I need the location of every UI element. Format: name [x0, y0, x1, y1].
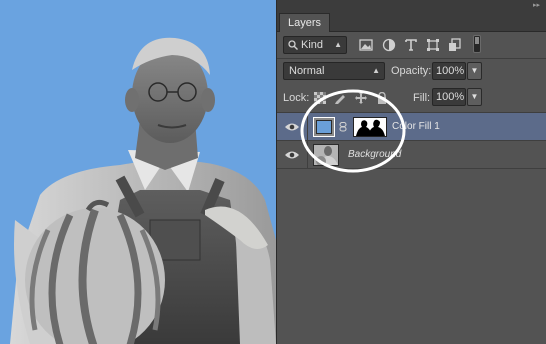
fill-dropdown-button[interactable]: ▼ — [467, 88, 482, 106]
lock-label: Lock: — [283, 92, 310, 104]
search-icon — [288, 40, 298, 50]
lock-image-icon[interactable] — [334, 92, 346, 104]
visibility-eye-icon[interactable] — [285, 150, 299, 160]
layer-name[interactable]: Background — [348, 149, 401, 160]
type-filter-icon[interactable] — [404, 38, 418, 52]
fill-color-thumbnail[interactable] — [313, 117, 335, 137]
chevron-updown-icon: ▲ — [334, 40, 342, 49]
shape-filter-icon[interactable] — [426, 38, 440, 52]
smart-object-filter-icon[interactable] — [448, 38, 462, 52]
collapse-panel-icon[interactable]: ▸▸ — [533, 2, 543, 9]
divider — [277, 58, 546, 59]
panel-tab-bar: Layers ▸▸ — [277, 0, 546, 32]
link-icon[interactable] — [339, 122, 347, 132]
opacity-label: Opacity: — [391, 65, 432, 77]
layers-panel: Layers ▸▸ Kind ▲ Normal ▲ Opacity: 100% … — [276, 0, 546, 344]
canvas-photo — [0, 0, 276, 344]
fill-label: Fill: — [413, 92, 431, 104]
lock-transparent-icon[interactable] — [314, 92, 326, 104]
fill-value: 100% — [436, 91, 465, 103]
kind-label: Kind — [301, 39, 324, 51]
filter-toggle-icon[interactable] — [473, 35, 481, 53]
lock-all-icon[interactable] — [376, 92, 388, 104]
opacity-dropdown-button[interactable]: ▼ — [467, 62, 482, 80]
lock-position-icon[interactable] — [355, 92, 367, 104]
layer-name[interactable]: Color Fill 1 — [392, 121, 440, 132]
layer-row-color-fill[interactable]: Color Fill 1 — [277, 113, 546, 141]
visibility-eye-icon[interactable] — [285, 122, 299, 132]
layer-row-background[interactable]: Background — [277, 141, 546, 169]
image-filter-icon[interactable] — [359, 38, 373, 52]
chevron-updown-icon: ▲ — [372, 66, 380, 75]
document-canvas[interactable] — [0, 0, 276, 344]
blend-mode-value: Normal — [289, 65, 325, 77]
divider — [307, 141, 308, 169]
divider — [307, 113, 308, 141]
layer-mask-thumbnail[interactable] — [353, 117, 387, 137]
opacity-value: 100% — [436, 65, 465, 77]
opacity-field[interactable]: 100% — [432, 62, 466, 80]
layer-filter-kind-select[interactable]: Kind ▲ — [283, 36, 347, 54]
tab-layers[interactable]: Layers — [279, 13, 331, 32]
background-thumbnail[interactable] — [313, 144, 339, 166]
blend-mode-select[interactable]: Normal ▲ — [283, 62, 385, 80]
fill-field[interactable]: 100% — [432, 88, 466, 106]
adjustment-filter-icon[interactable] — [382, 38, 396, 52]
